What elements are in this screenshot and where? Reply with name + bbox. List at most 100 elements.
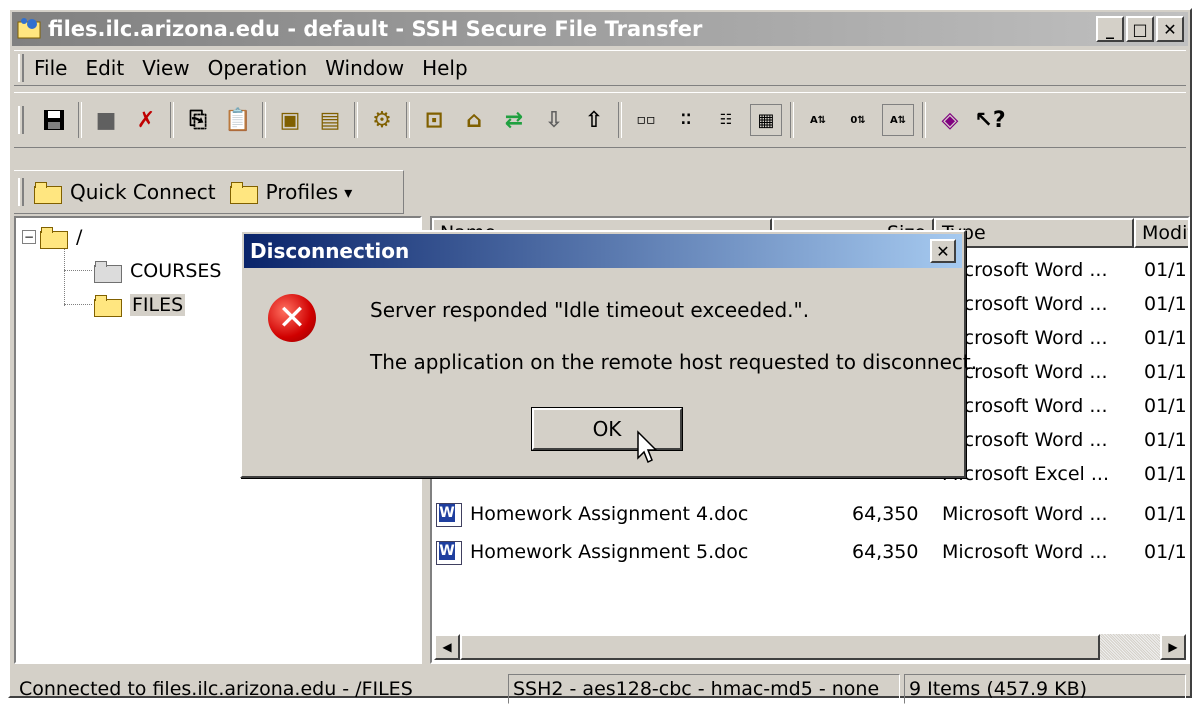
close-button[interactable]: ✕ (1156, 16, 1184, 42)
parent-folder-icon[interactable]: ⊡ (418, 104, 450, 136)
context-help-icon[interactable]: ↖? (974, 104, 1006, 136)
refresh-icon[interactable]: ⇄ (498, 104, 530, 136)
file-type: Microsoft Word ... (942, 395, 1108, 417)
file-size: 64,350 (852, 541, 919, 563)
tree-label-courses: COURSES (130, 260, 222, 282)
tree-item-courses[interactable]: COURSES (94, 256, 221, 286)
dialog-message-1: Server responded "Idle timeout exceeded.… (370, 298, 810, 322)
small-icons-icon[interactable]: ⁚⁚ (670, 104, 702, 136)
file-modified: 01/13 (1144, 361, 1188, 383)
scroll-right-icon[interactable]: ▶ (1160, 634, 1186, 660)
file-modified: 01/13 (1144, 293, 1188, 315)
minimize-button[interactable]: _ (1096, 16, 1124, 42)
menu-operation[interactable]: Operation (208, 56, 308, 80)
tree-item-files[interactable]: FILES (94, 290, 186, 320)
tree-item-root[interactable]: − / (22, 222, 82, 252)
menu-window[interactable]: Window (325, 56, 404, 80)
title-bar[interactable]: files.ilc.arizona.edu - default - SSH Se… (12, 12, 1188, 46)
file-type: Microsoft Word ... (942, 541, 1108, 563)
details-view-icon[interactable]: ▦ (750, 104, 782, 136)
menu-view[interactable]: View (142, 56, 189, 80)
dialog-message-2: The application on the remote host reque… (370, 350, 978, 374)
profiles-folder-icon (229, 182, 258, 204)
app-icon (17, 18, 41, 39)
toolbar-separator (78, 102, 82, 138)
profiles-button[interactable]: Profiles ▾ (229, 180, 353, 204)
auto-mode-icon[interactable]: A⇅ (882, 104, 914, 136)
window-title: files.ilc.arizona.edu - default - SSH Se… (48, 17, 703, 41)
file-modified: 01/13 (1144, 429, 1188, 451)
tree-line (64, 270, 92, 271)
large-icons-icon[interactable]: ▫▫ (630, 104, 662, 136)
menu-bar: File Edit View Operation Window Help (14, 50, 1186, 86)
settings-icon[interactable]: ⚙ (366, 104, 398, 136)
file-modified: 01/13 (1144, 541, 1188, 563)
binary-mode-icon[interactable]: 0⇅ (842, 104, 874, 136)
toolbar-separator (922, 102, 926, 138)
menu-file[interactable]: File (34, 56, 67, 80)
toolbar-separator (406, 102, 410, 138)
ascii-mode-icon[interactable]: A⇅ (802, 104, 834, 136)
word-doc-icon (436, 541, 462, 565)
quick-connect-icon (34, 182, 62, 204)
file-modified: 01/13 (1144, 503, 1188, 525)
help-book-icon[interactable]: ◈ (934, 104, 966, 136)
tree-label-root: / (76, 226, 83, 248)
menubar-grip[interactable] (18, 54, 24, 82)
horizontal-scrollbar[interactable]: ◀ ▶ (434, 634, 1186, 660)
file-size: 64,350 (852, 503, 919, 525)
new-terminal-icon[interactable]: ▣ (274, 104, 306, 136)
copy-icon[interactable]: ⎘ (182, 104, 214, 136)
list-view-icon[interactable]: ☷ (710, 104, 742, 136)
new-file-transfer-icon[interactable]: ▤ (314, 104, 346, 136)
quick-connect-button[interactable]: Quick Connect (34, 180, 230, 204)
disconnect-icon[interactable]: ✗ (130, 104, 162, 136)
save-icon[interactable] (38, 104, 70, 136)
maximize-button[interactable]: □ (1126, 16, 1154, 42)
file-name: Homework Assignment 5.doc (470, 541, 749, 563)
home-icon[interactable]: ⌂ (458, 104, 490, 136)
upload-icon[interactable]: ⇧ (578, 104, 610, 136)
tree-line (64, 304, 92, 305)
file-modified: 01/13 (1144, 395, 1188, 417)
paste-icon[interactable]: 📋 (222, 104, 254, 136)
scrollbar-thumb[interactable] (460, 634, 1100, 660)
table-row[interactable]: Homework Assignment 5.doc 64,350 Microso… (432, 536, 1188, 570)
dialog-title-bar[interactable]: Disconnection ✕ (244, 234, 962, 268)
file-name: Homework Assignment 4.doc (470, 503, 749, 525)
toolbar-separator (354, 102, 358, 138)
word-doc-icon (436, 503, 462, 527)
status-items: 9 Items (457.9 KB) (904, 674, 1186, 704)
dialog-title: Disconnection (250, 239, 410, 263)
table-row[interactable]: Homework Assignment 4.doc 64,350 Microso… (432, 498, 1188, 532)
dialog-close-button[interactable]: ✕ (930, 239, 956, 263)
quickbar-grip[interactable] (18, 178, 24, 206)
file-modified: 01/13 (1144, 259, 1188, 281)
tree-line (64, 248, 65, 306)
error-icon: ✕ (268, 294, 316, 342)
toolbar-separator (262, 102, 266, 138)
folder-open-icon (40, 227, 68, 249)
toolbar-separator (618, 102, 622, 138)
collapse-icon[interactable]: − (22, 230, 36, 244)
download-icon[interactable]: ⇩ (538, 104, 570, 136)
status-connection: Connected to files.ilc.arizona.edu - /FI… (19, 678, 413, 700)
file-modified: 01/13 (1144, 327, 1188, 349)
column-header-modified[interactable]: Modif (1134, 218, 1188, 248)
quick-connect-label: Quick Connect (70, 180, 216, 204)
folder-icon (94, 261, 122, 283)
scroll-left-icon[interactable]: ◀ (434, 634, 460, 660)
connect-icon[interactable]: ■ (90, 104, 122, 136)
toolbar-grip[interactable] (18, 106, 24, 134)
quick-connect-bar: Quick Connect Profiles ▾ (14, 170, 404, 214)
status-cipher: SSH2 - aes128-cbc - hmac-md5 - none (508, 674, 900, 704)
tree-label-files: FILES (130, 294, 186, 316)
menu-help[interactable]: Help (422, 56, 468, 80)
toolbar-separator (790, 102, 794, 138)
chevron-down-icon: ▾ (344, 182, 353, 202)
file-type: Microsoft Word ... (942, 503, 1108, 525)
folder-open-icon (94, 295, 122, 317)
toolbar-separator (170, 102, 174, 138)
menu-edit[interactable]: Edit (85, 56, 124, 80)
file-type: Microsoft Excel ... (942, 463, 1109, 485)
